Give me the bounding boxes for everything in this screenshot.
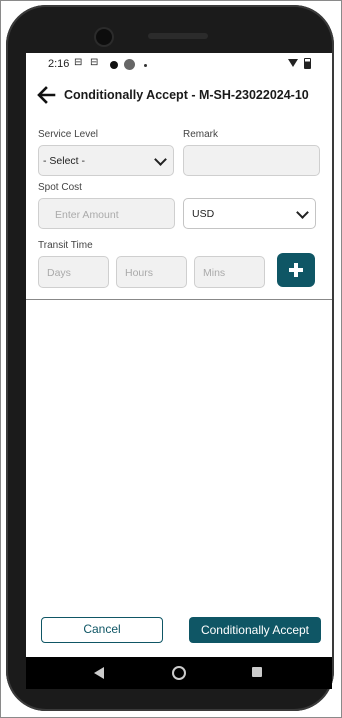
service-level-label: Service Level	[38, 129, 99, 140]
nav-home-icon[interactable]	[172, 666, 186, 680]
service-level-select[interactable]: - Select -	[38, 145, 174, 176]
status-time: 2:16	[48, 58, 70, 70]
phone-device: 2:16 ⊟ ⊟ Conditionally Accept - M-SH-230…	[6, 5, 334, 711]
days-placeholder: Days	[47, 267, 71, 279]
chevron-down-icon	[296, 206, 309, 219]
earpiece-speaker	[148, 33, 208, 39]
arrow-left-icon[interactable]	[36, 85, 56, 105]
conditionally-accept-button[interactable]: Conditionally Accept	[189, 617, 321, 643]
form-divider	[26, 299, 332, 300]
transit-time-label: Transit Time	[38, 240, 93, 251]
service-level-value: - Select -	[43, 155, 86, 167]
nav-back-icon[interactable]	[94, 667, 104, 679]
status-bar: 2:16 ⊟ ⊟	[26, 53, 332, 77]
android-nav-bar	[26, 657, 332, 689]
wifi-icon	[288, 59, 298, 67]
nav-recents-icon[interactable]	[252, 667, 262, 677]
page-title: Conditionally Accept - M-SH-23022024-10	[64, 88, 309, 102]
more-dot-icon	[144, 64, 147, 67]
remark-label: Remark	[183, 129, 219, 140]
app-screen: 2:16 ⊟ ⊟ Conditionally Accept - M-SH-230…	[26, 53, 332, 689]
cancel-button[interactable]: Cancel	[41, 617, 163, 643]
add-transit-button[interactable]	[277, 253, 315, 287]
sim-icon: ⊟	[90, 57, 99, 68]
remark-input[interactable]	[183, 145, 320, 176]
spot-cost-input[interactable]: Enter Amount	[38, 198, 175, 229]
screenshot-frame: 2:16 ⊟ ⊟ Conditionally Accept - M-SH-230…	[0, 0, 342, 718]
days-input[interactable]: Days	[38, 256, 109, 288]
front-camera	[96, 29, 112, 45]
currency-select[interactable]: USD	[183, 198, 316, 229]
mins-input[interactable]: Mins	[194, 256, 265, 288]
sim-icon: ⊟	[74, 57, 83, 68]
battery-icon	[304, 58, 311, 69]
currency-value: USD	[192, 208, 215, 220]
spot-cost-placeholder: Enter Amount	[55, 209, 119, 221]
record-icon	[124, 59, 135, 70]
spot-cost-label: Spot Cost	[38, 182, 82, 193]
page-header: Conditionally Accept - M-SH-23022024-10	[26, 83, 332, 109]
hours-placeholder: Hours	[125, 267, 154, 279]
chevron-down-icon	[154, 153, 167, 166]
notification-dot-icon	[110, 61, 118, 69]
mins-placeholder: Mins	[203, 267, 226, 279]
hours-input[interactable]: Hours	[116, 256, 187, 288]
